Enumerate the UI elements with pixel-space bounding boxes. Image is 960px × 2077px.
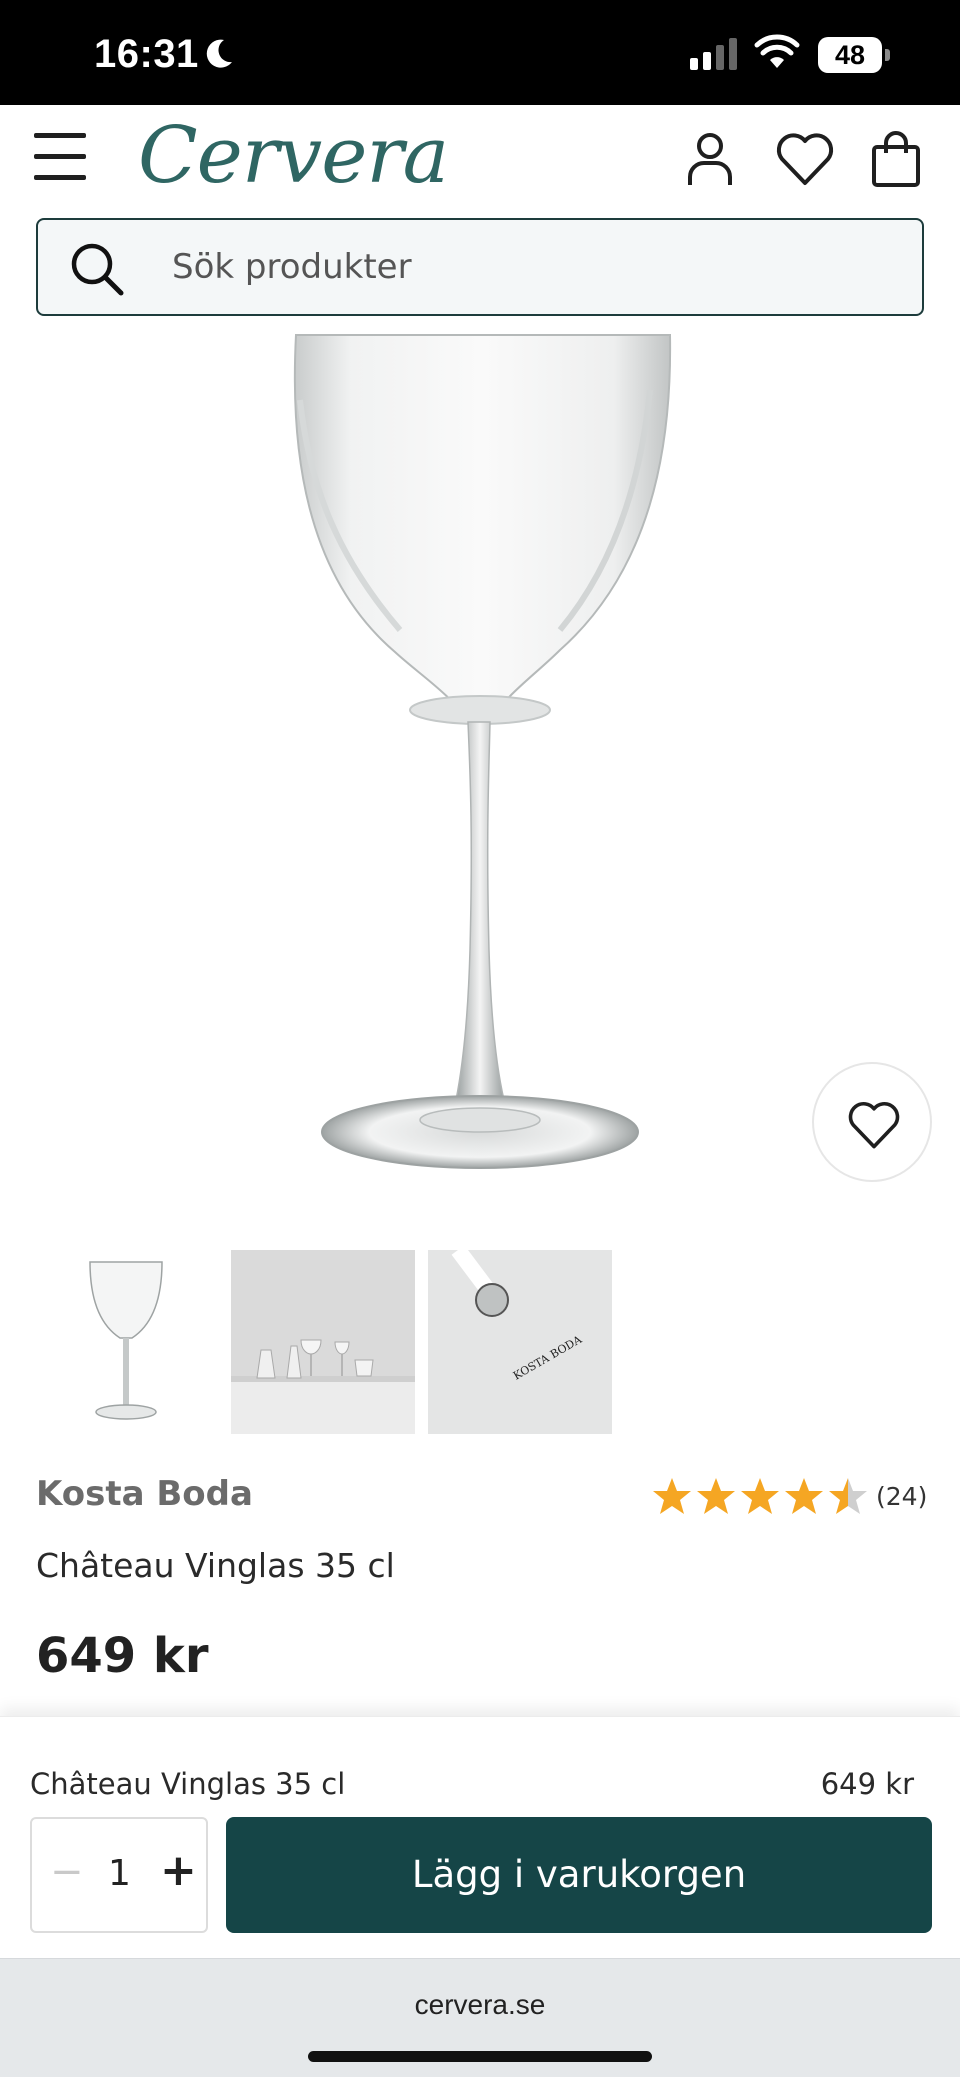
url-text[interactable]: cervera.se <box>0 1989 960 2021</box>
star-half-icon <box>829 1478 867 1514</box>
cart-bar-product-name: Château Vinglas 35 cl <box>30 1767 346 1801</box>
star-icon <box>741 1478 779 1514</box>
signal-icon <box>690 38 740 74</box>
sticky-add-to-cart: Château Vinglas 35 cl 649 kr − 1 + Lägg … <box>0 1716 960 1958</box>
add-to-cart-button[interactable]: Lägg i varukorgen <box>226 1817 932 1933</box>
site-logo[interactable]: Cervera <box>138 111 449 201</box>
review-count[interactable]: (24) <box>876 1482 927 1511</box>
heart-icon <box>848 1101 900 1149</box>
quantity-increase-button[interactable]: + <box>160 1845 197 1896</box>
menu-icon[interactable] <box>34 133 90 185</box>
browser-address-bar[interactable]: cervera.se <box>0 1958 960 2077</box>
status-time: 16:31 <box>94 32 199 76</box>
product-title: Château Vinglas 35 cl <box>36 1546 395 1585</box>
quantity-decrease-button[interactable]: − <box>50 1849 84 1895</box>
site-header: Cervera <box>0 105 960 215</box>
home-indicator[interactable] <box>308 2051 652 2062</box>
quantity-value[interactable]: 1 <box>108 1853 131 1894</box>
moon-icon <box>204 38 234 74</box>
product-brand[interactable]: Kosta Boda <box>36 1474 253 1514</box>
star-icon <box>785 1478 823 1514</box>
thumbnail-3[interactable]: KOSTA BODA <box>428 1250 612 1434</box>
rating-stars[interactable]: (24) <box>650 1476 927 1516</box>
heart-icon[interactable] <box>774 129 834 189</box>
favorite-button[interactable] <box>812 1062 932 1182</box>
wifi-icon <box>754 34 800 74</box>
product-price: 649 kr <box>36 1628 209 1684</box>
bag-icon[interactable] <box>868 129 928 189</box>
quantity-stepper: − 1 + <box>30 1817 208 1933</box>
search-bar[interactable] <box>36 218 924 316</box>
search-input[interactable] <box>172 220 892 313</box>
product-main-image[interactable] <box>0 330 960 1210</box>
search-icon[interactable] <box>68 240 128 304</box>
thumbnail-2[interactable] <box>231 1250 415 1434</box>
cart-bar-price: 649 kr <box>820 1767 914 1801</box>
status-bar: 16:31 48 <box>0 0 960 105</box>
user-icon[interactable] <box>680 129 740 189</box>
thumbnail-1[interactable] <box>34 1250 218 1434</box>
battery-icon: 48 <box>818 37 890 73</box>
star-icon <box>697 1478 735 1514</box>
battery-level: 48 <box>818 37 882 73</box>
star-icon <box>653 1478 691 1514</box>
